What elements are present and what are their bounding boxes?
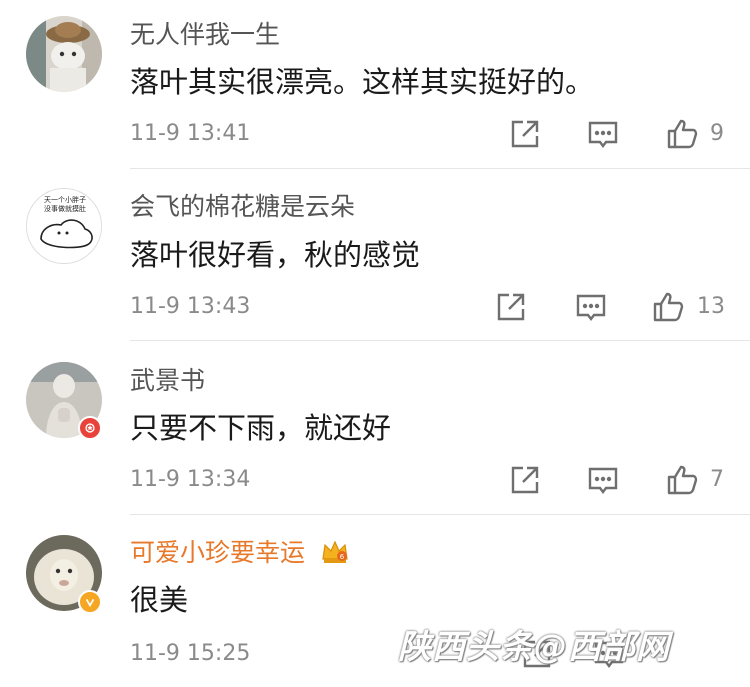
like-icon[interactable] (666, 462, 700, 496)
comment-username[interactable]: 可爱小珍要幸运 6 (130, 538, 349, 568)
watermark: 陕西头条@西部网 (398, 627, 670, 666)
avatar[interactable] (26, 16, 102, 92)
avatar-caption: 天一个小胖子 (44, 195, 86, 204)
avatar-caption: 没事做就摸肚 (44, 204, 86, 213)
comment-text: 落叶其实很漂亮。这样其实挺好的。 (130, 65, 595, 99)
verified-badge-icon (78, 590, 102, 614)
divider (130, 514, 750, 515)
comment-time: 11-9 13:34 (130, 467, 251, 492)
avatar[interactable]: 天一个小胖子 没事做就摸肚 (26, 188, 102, 264)
share-icon[interactable] (494, 290, 528, 324)
divider (130, 340, 750, 341)
comment-time: 11-9 15:25 (130, 641, 251, 666)
like-count: 9 (710, 121, 724, 146)
comment-list: 无人伴我一生 落叶其实很漂亮。这样其实挺好的。 11-9 13:41 9 天一个… (0, 0, 750, 687)
username-text: 可爱小珍要幸运 (130, 538, 306, 567)
comment-time: 11-9 13:41 (130, 121, 251, 146)
like-icon[interactable] (652, 289, 686, 323)
comment-text: 落叶很好看，秋的感觉 (130, 238, 421, 272)
share-icon[interactable] (508, 117, 542, 151)
red-badge-icon (78, 416, 102, 440)
svg-text:6: 6 (340, 553, 345, 561)
comment-icon[interactable] (586, 463, 620, 497)
comment-time: 11-9 13:43 (130, 294, 251, 319)
share-icon[interactable] (508, 463, 542, 497)
vip-crown-icon: 6 (322, 540, 348, 563)
comment-username[interactable]: 武景书 (130, 366, 205, 396)
like-count: 7 (710, 467, 724, 492)
comment-username[interactable]: 无人伴我一生 (130, 20, 280, 50)
like-icon[interactable] (666, 116, 700, 150)
comment-icon[interactable] (574, 290, 608, 324)
comment-text: 很美 (130, 583, 189, 617)
comment-icon[interactable] (586, 117, 620, 151)
like-count: 13 (697, 294, 725, 319)
comment-username[interactable]: 会飞的棉花糖是云朵 (130, 192, 355, 222)
comment-text: 只要不下雨，就还好 (130, 411, 392, 445)
divider (130, 168, 750, 169)
